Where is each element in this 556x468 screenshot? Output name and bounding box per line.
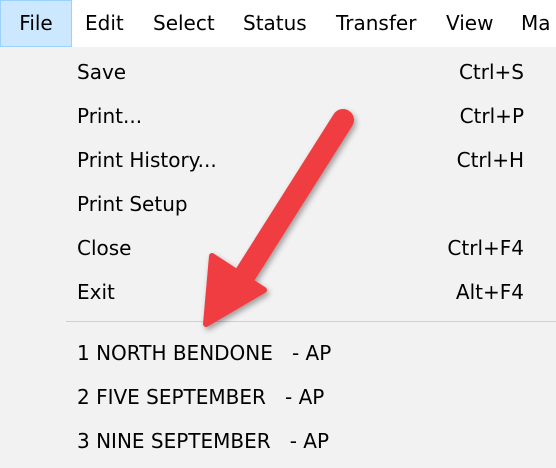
- menu-item-print-shortcut: Ctrl+P: [459, 104, 524, 128]
- menu-bar: File Edit Select Status Transfer View Ma: [0, 0, 556, 47]
- menu-status-label: Status: [243, 11, 307, 35]
- menu-item-print-history-shortcut: Ctrl+H: [456, 148, 524, 172]
- menu-item-save[interactable]: Save Ctrl+S: [0, 50, 556, 94]
- recent-file-3-label: 3 NINE SEPTEMBER - AP: [77, 429, 330, 453]
- menu-ma-label: Ma: [521, 11, 551, 35]
- menu-item-print-setup-label: Print Setup: [77, 192, 188, 216]
- recent-file-2[interactable]: 2 FIVE SEPTEMBER - AP: [0, 375, 556, 419]
- menu-edit-label: Edit: [85, 11, 124, 35]
- menu-edit[interactable]: Edit: [85, 0, 124, 47]
- menu-item-exit[interactable]: Exit Alt+F4: [0, 270, 556, 314]
- menu-file-label: File: [19, 11, 53, 35]
- menu-separator: [66, 321, 556, 322]
- menu-select[interactable]: Select: [153, 0, 215, 47]
- recent-file-1[interactable]: 1 NORTH BENDONE - AP: [0, 331, 556, 375]
- menu-item-exit-shortcut: Alt+F4: [455, 280, 524, 304]
- menu-item-print-label: Print...: [77, 104, 143, 128]
- menu-item-close-label: Close: [77, 236, 132, 260]
- menu-select-label: Select: [153, 11, 215, 35]
- menu-status[interactable]: Status: [243, 0, 307, 47]
- recent-file-1-label: 1 NORTH BENDONE - AP: [77, 341, 332, 365]
- menu-item-print-history[interactable]: Print History... Ctrl+H: [0, 138, 556, 182]
- menu-item-exit-label: Exit: [77, 280, 115, 304]
- menu-item-print-history-label: Print History...: [77, 148, 217, 172]
- file-dropdown-menu: Save Ctrl+S Print... Ctrl+P Print Histor…: [0, 47, 556, 468]
- menu-view[interactable]: View: [446, 0, 493, 47]
- menu-view-label: View: [446, 11, 494, 35]
- recent-file-3[interactable]: 3 NINE SEPTEMBER - AP: [0, 419, 556, 463]
- menu-item-save-label: Save: [77, 60, 127, 84]
- recent-file-2-label: 2 FIVE SEPTEMBER - AP: [77, 385, 325, 409]
- menu-transfer[interactable]: Transfer: [336, 0, 416, 47]
- menu-item-close[interactable]: Close Ctrl+F4: [0, 226, 556, 270]
- application-window: File Edit Select Status Transfer View Ma…: [0, 0, 556, 468]
- menu-transfer-label: Transfer: [336, 11, 417, 35]
- menu-item-close-shortcut: Ctrl+F4: [447, 236, 524, 260]
- menu-item-print[interactable]: Print... Ctrl+P: [0, 94, 556, 138]
- menu-item-print-setup[interactable]: Print Setup: [0, 182, 556, 226]
- menu-file[interactable]: File: [0, 0, 72, 47]
- menu-ma[interactable]: Ma: [521, 0, 551, 47]
- menu-item-save-shortcut: Ctrl+S: [458, 60, 524, 84]
